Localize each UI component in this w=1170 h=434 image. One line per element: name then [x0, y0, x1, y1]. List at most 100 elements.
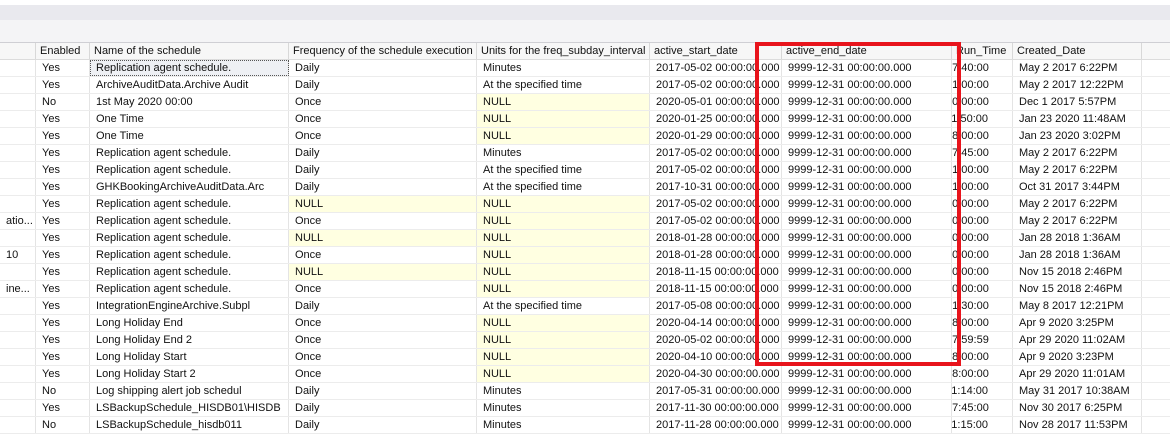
- cell-row-label[interactable]: [0, 298, 36, 314]
- cell-run-time[interactable]: 17:40:00: [952, 60, 1013, 76]
- cell-schedule-name[interactable]: Replication agent schedule.: [90, 230, 289, 246]
- cell-frequency[interactable]: Daily: [289, 383, 477, 399]
- cell-created-date[interactable]: Apr 9 2020 3:23PM: [1013, 349, 1142, 365]
- cell-active-start-date[interactable]: 2017-05-02 00:00:00.000: [650, 145, 782, 161]
- cell-row-label[interactable]: [0, 145, 36, 161]
- cell-units[interactable]: NULL: [477, 213, 650, 229]
- cell-run-time[interactable]: 00:00:00: [952, 281, 1013, 297]
- cell-created-date[interactable]: Nov 28 2017 11:53PM: [1013, 417, 1142, 433]
- cell-active-end-date[interactable]: 9999-12-31 00:00:00.000: [782, 162, 952, 178]
- cell-active-end-date[interactable]: 9999-12-31 00:00:00.000: [782, 247, 952, 263]
- cell-run-time[interactable]: 08:00:00: [952, 349, 1013, 365]
- cell-frequency[interactable]: Daily: [289, 77, 477, 93]
- cell-active-start-date[interactable]: 2017-05-31 00:00:00.000: [650, 383, 782, 399]
- table-row[interactable]: Yes IntegrationEngineArchive.Subpl Daily At…: [0, 298, 1170, 315]
- cell-enabled[interactable]: Yes: [36, 298, 90, 314]
- cell-enabled[interactable]: Yes: [36, 77, 90, 93]
- cell-units[interactable]: NULL: [477, 196, 650, 212]
- cell-active-start-date[interactable]: 2020-04-14 00:00:00.000: [650, 315, 782, 331]
- cell-active-end-date[interactable]: 9999-12-31 00:00:00.000: [782, 94, 952, 110]
- cell-frequency[interactable]: Once: [289, 128, 477, 144]
- cell-row-label[interactable]: [0, 60, 36, 76]
- table-row[interactable]: No Log shipping alert job schedul Daily Min…: [0, 383, 1170, 400]
- cell-enabled[interactable]: No: [36, 94, 90, 110]
- cell-schedule-name[interactable]: Replication agent schedule.: [90, 145, 289, 161]
- cell-row-label[interactable]: [0, 332, 36, 348]
- cell-enabled[interactable]: No: [36, 383, 90, 399]
- cell-schedule-name[interactable]: Long Holiday Start 2: [90, 366, 289, 382]
- cell-run-time[interactable]: 08:00:00: [952, 315, 1013, 331]
- table-row[interactable]: Yes GHKBookingArchiveAuditData.Arc Daily At…: [0, 179, 1170, 196]
- cell-units[interactable]: NULL: [477, 366, 650, 382]
- cell-active-end-date[interactable]: 9999-12-31 00:00:00.000: [782, 400, 952, 416]
- cell-units[interactable]: NULL: [477, 349, 650, 365]
- cell-schedule-name[interactable]: Long Holiday End: [90, 315, 289, 331]
- cell-run-time[interactable]: 01:00:00: [952, 179, 1013, 195]
- cell-schedule-name[interactable]: LSBackupSchedule_HISDB01\HISDB: [90, 400, 289, 416]
- cell-row-label[interactable]: [0, 400, 36, 416]
- cell-schedule-name[interactable]: 1st May 2020 00:00: [90, 94, 289, 110]
- cell-row-label[interactable]: [0, 128, 36, 144]
- cell-active-end-date[interactable]: 9999-12-31 00:00:00.000: [782, 281, 952, 297]
- cell-schedule-name[interactable]: Replication agent schedule.: [90, 213, 289, 229]
- column-header-active-start-date[interactable]: active_start_date: [650, 43, 782, 59]
- cell-frequency[interactable]: Once: [289, 349, 477, 365]
- cell-created-date[interactable]: Jan 28 2018 1:36AM: [1013, 230, 1142, 246]
- cell-units[interactable]: Minutes: [477, 383, 650, 399]
- cell-run-time[interactable]: 17:45:00: [952, 145, 1013, 161]
- cell-enabled[interactable]: Yes: [36, 111, 90, 127]
- cell-frequency[interactable]: Daily: [289, 179, 477, 195]
- cell-row-label[interactable]: [0, 264, 36, 280]
- cell-frequency[interactable]: Once: [289, 315, 477, 331]
- column-header-created-date[interactable]: Created_Date: [1013, 43, 1142, 59]
- cell-enabled[interactable]: Yes: [36, 60, 90, 76]
- cell-active-end-date[interactable]: 9999-12-31 00:00:00.000: [782, 111, 952, 127]
- cell-units[interactable]: At the specified time: [477, 162, 650, 178]
- cell-run-time[interactable]: 11:15:00: [952, 417, 1013, 433]
- cell-frequency[interactable]: Daily: [289, 417, 477, 433]
- cell-active-start-date[interactable]: 2020-05-01 00:00:00.000: [650, 94, 782, 110]
- cell-enabled[interactable]: Yes: [36, 162, 90, 178]
- cell-frequency[interactable]: Daily: [289, 400, 477, 416]
- cell-run-time[interactable]: 00:00:00: [952, 264, 1013, 280]
- cell-units[interactable]: NULL: [477, 94, 650, 110]
- cell-enabled[interactable]: Yes: [36, 128, 90, 144]
- cell-created-date[interactable]: Apr 29 2020 11:01AM: [1013, 366, 1142, 382]
- table-row[interactable]: Yes Replication agent schedule. Daily Minut…: [0, 145, 1170, 162]
- table-row[interactable]: ine... Yes Replication agent schedule. Once…: [0, 281, 1170, 298]
- cell-active-end-date[interactable]: 9999-12-31 00:00:00.000: [782, 332, 952, 348]
- cell-run-time[interactable]: 07:59:59: [952, 332, 1013, 348]
- table-row[interactable]: 10 Yes Replication agent schedule. Once NULL…: [0, 247, 1170, 264]
- cell-row-label[interactable]: [0, 196, 36, 212]
- cell-row-label[interactable]: ine...: [0, 281, 36, 297]
- cell-row-label[interactable]: [0, 366, 36, 382]
- cell-active-start-date[interactable]: 2018-11-15 00:00:00.000: [650, 281, 782, 297]
- cell-units[interactable]: NULL: [477, 128, 650, 144]
- cell-active-start-date[interactable]: 2017-05-02 00:00:00.000: [650, 60, 782, 76]
- cell-active-end-date[interactable]: 9999-12-31 00:00:00.000: [782, 349, 952, 365]
- cell-active-start-date[interactable]: 2020-01-25 00:00:00.000: [650, 111, 782, 127]
- cell-units[interactable]: At the specified time: [477, 179, 650, 195]
- cell-created-date[interactable]: Apr 29 2020 11:02AM: [1013, 332, 1142, 348]
- cell-created-date[interactable]: Jan 28 2018 1:36AM: [1013, 247, 1142, 263]
- cell-schedule-name[interactable]: Replication agent schedule.: [90, 162, 289, 178]
- cell-active-end-date[interactable]: 9999-12-31 00:00:00.000: [782, 77, 952, 93]
- column-header-enabled[interactable]: Enabled: [36, 43, 90, 59]
- cell-enabled[interactable]: No: [36, 417, 90, 433]
- cell-frequency[interactable]: Once: [289, 247, 477, 263]
- cell-run-time[interactable]: 17:45:00: [952, 400, 1013, 416]
- cell-active-end-date[interactable]: 9999-12-31 00:00:00.000: [782, 366, 952, 382]
- cell-units[interactable]: NULL: [477, 230, 650, 246]
- cell-schedule-name[interactable]: One Time: [90, 128, 289, 144]
- cell-schedule-name[interactable]: ArchiveAuditData.Archive Audit: [90, 77, 289, 93]
- table-row[interactable]: Yes Replication agent schedule. NULL NULL 20…: [0, 230, 1170, 247]
- cell-units[interactable]: Minutes: [477, 417, 650, 433]
- cell-active-start-date[interactable]: 2017-10-31 00:00:00.000: [650, 179, 782, 195]
- cell-active-end-date[interactable]: 9999-12-31 00:00:00.000: [782, 417, 952, 433]
- cell-active-start-date[interactable]: 2017-05-08 00:00:00.000: [650, 298, 782, 314]
- table-row[interactable]: atio... Yes Replication agent schedule. Onc…: [0, 213, 1170, 230]
- cell-schedule-name[interactable]: Long Holiday Start: [90, 349, 289, 365]
- cell-units[interactable]: NULL: [477, 264, 650, 280]
- table-row[interactable]: Yes Replication agent schedule. Daily Minut…: [0, 60, 1170, 77]
- cell-created-date[interactable]: May 2 2017 6:22PM: [1013, 213, 1142, 229]
